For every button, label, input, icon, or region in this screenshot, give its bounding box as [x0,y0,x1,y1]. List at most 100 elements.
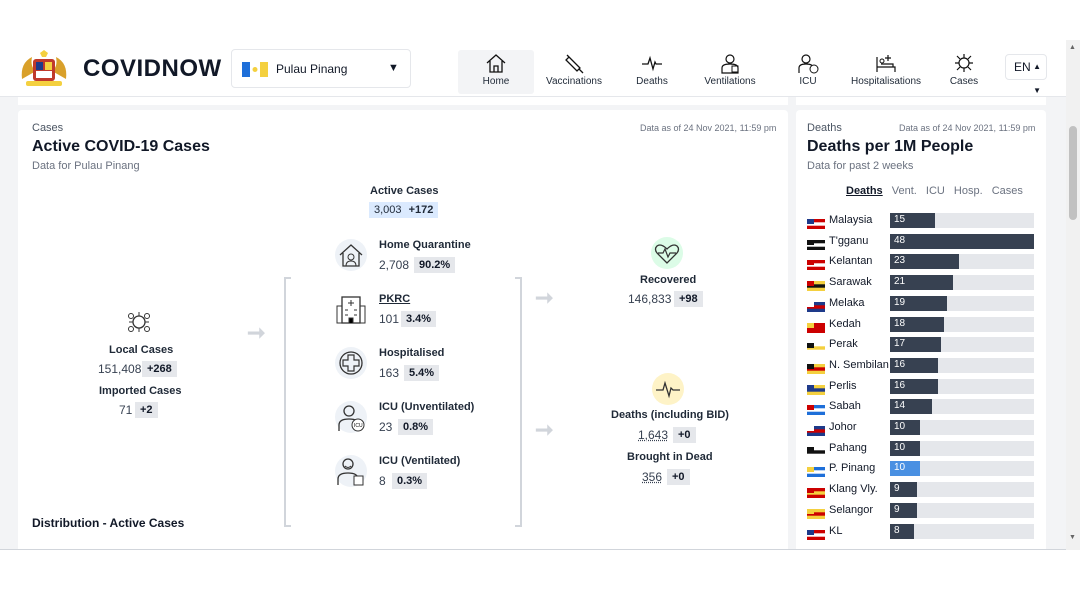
chart-row[interactable]: Kelantan 23 [807,254,1037,271]
recovered-label: Recovered [640,274,697,286]
chart-row[interactable]: N. Sembilan 16 [807,357,1037,374]
chevron-down-icon: ▼ [388,62,399,74]
nav-cases[interactable]: Cases [944,50,984,94]
scrollbar-thumb[interactable] [1069,126,1077,220]
chart-data-label: 10 [894,421,906,432]
chart-row[interactable]: Malaysia 15 [807,213,1037,229]
icu-icon [798,54,819,74]
tab-deaths[interactable]: Deaths [846,185,883,197]
nav-home[interactable]: Home [458,50,534,94]
nav-icu-label: ICU [799,76,817,87]
nav-deaths[interactable]: Deaths [630,50,674,94]
nav-vaccinations[interactable]: Vaccinations [542,50,606,94]
scroll-up-icon[interactable]: ▲ [1069,44,1076,51]
chart-row[interactable]: Sabah 14 [807,399,1037,416]
nav-hospitalisations-label: Hospitalisations [850,76,922,87]
state-flag-icon [807,382,825,395]
bid-delta: +0 [667,469,690,485]
chart-data-label: 48 [894,234,906,246]
scroll-down-icon[interactable]: ▼ [1069,534,1076,541]
bar-track [890,461,1034,477]
bid-label: Brought in Dead [627,451,713,463]
chart-row[interactable]: Perak 17 [807,337,1037,354]
chart-row[interactable]: Pahang 10 [807,440,1037,457]
malaysia-coat-of-arms-logo[interactable] [18,49,70,89]
bar-track [890,482,1034,498]
chart-row[interactable]: Melaka 19 [807,295,1037,312]
hospitalised-value: 163 [379,366,400,380]
bar-track [890,213,1034,228]
state-flag-icon [807,506,825,519]
chart-row[interactable]: Sarawak 21 [807,275,1037,292]
nav-vaccinations-label: Vaccinations [546,76,602,87]
nav-icu[interactable]: ICU [786,50,830,94]
icu-ventilated-pct: 0.3% [392,473,428,489]
tab-cases[interactable]: Cases [992,185,1023,197]
pulse-icon [651,372,685,411]
language-selector[interactable]: EN ▲ ▼ [1005,54,1047,95]
chart-row[interactable]: P. Pinang 10 [807,461,1037,478]
brand-name[interactable]: COVIDNOW [83,55,222,83]
card-tag: Cases [32,122,64,134]
tab-hosp[interactable]: Hosp. [954,185,983,197]
updown-chevron-icon: ▲ ▼ [1033,62,1041,95]
tab-icu[interactable]: ICU [926,185,945,197]
deaths-value[interactable]: 1,643 [638,428,668,442]
icu-unventilated-pct: 0.8% [398,419,434,435]
nav-ventilations-label: Ventilations [704,76,756,87]
state-flag-icon [807,237,825,250]
deaths-card-tag: Deaths [807,122,842,134]
chart-row[interactable]: Selangor 9 [807,502,1037,519]
state-flag-icon [807,340,825,354]
state-selector[interactable]: Pulau Pinang ▼ [231,49,411,88]
chart-data-label: 17 [894,338,906,350]
card-title: Active COVID-19 Cases [32,138,210,155]
page: COVIDNOW Pulau Pinang ▼ Home Vaccination… [0,0,1080,600]
chart-tick-label: Kelantan [829,255,873,268]
chart-data-label: 23 [894,255,906,267]
imported-cases-delta: +2 [135,402,158,418]
card-subtitle: Data for Pulau Pinang [32,160,140,172]
page-scrollbar[interactable]: ▲ ▼ [1066,40,1080,550]
bar-track [890,357,1034,373]
hospitalised-pct: 5.4% [404,365,440,381]
pulse-icon [642,55,662,72]
pkrc-label[interactable]: PKRC [379,293,410,305]
icu-ventilated-label: ICU (Ventilated) [379,455,461,467]
imported-cases-label: Imported Cases [99,385,182,397]
chart-data-label: 10 [894,462,906,474]
chart-tick-label: Pahang [829,441,867,454]
nav-ventilations[interactable]: Ventilations [698,50,762,94]
bar-track [890,378,1034,394]
bar-track [890,295,1034,311]
nav-cases-label: Cases [949,76,979,87]
chart-row[interactable]: Kedah 18 [807,316,1037,333]
hospitalised-label: Hospitalised [379,347,445,359]
virus-cluster-icon [125,308,153,341]
bar-track [890,523,1034,539]
chart-row[interactable]: Klang Vly. 9 [807,482,1037,499]
home-quarantine-pct: 90.2% [414,257,456,273]
distribution-title: Distribution - Active Cases [32,516,185,530]
icu-unventilated-label: ICU (Unventilated) [379,401,475,413]
nav-hospitalisations[interactable]: Hospitalisations [848,50,924,94]
state-flag-icon [807,464,825,478]
bar-track [890,254,1034,270]
chart-data-label: 18 [894,317,906,329]
viewport-bottom-border [0,549,1066,550]
chart-tick-label: Sabah [829,400,861,413]
chart-row[interactable]: KL 8 [807,523,1037,540]
state-flag-icon [807,278,825,292]
state-selector-label: Pulau Pinang [276,62,348,76]
chart-bar [890,233,1034,249]
active-cases-value: 3,003 [374,204,402,216]
chart-row[interactable]: Perlis 16 [807,378,1037,395]
icu-unventilated-value: 23 [379,420,393,434]
chart-row[interactable]: T'gganu 48 [807,233,1037,250]
tab-vent[interactable]: Vent. [892,185,917,197]
arrow-right-icon: ➞ [535,417,554,442]
chart-data-label: 8 [894,524,900,536]
state-flag-icon [807,444,825,457]
bid-value[interactable]: 356 [642,470,662,484]
chart-row[interactable]: Johor 10 [807,420,1037,436]
